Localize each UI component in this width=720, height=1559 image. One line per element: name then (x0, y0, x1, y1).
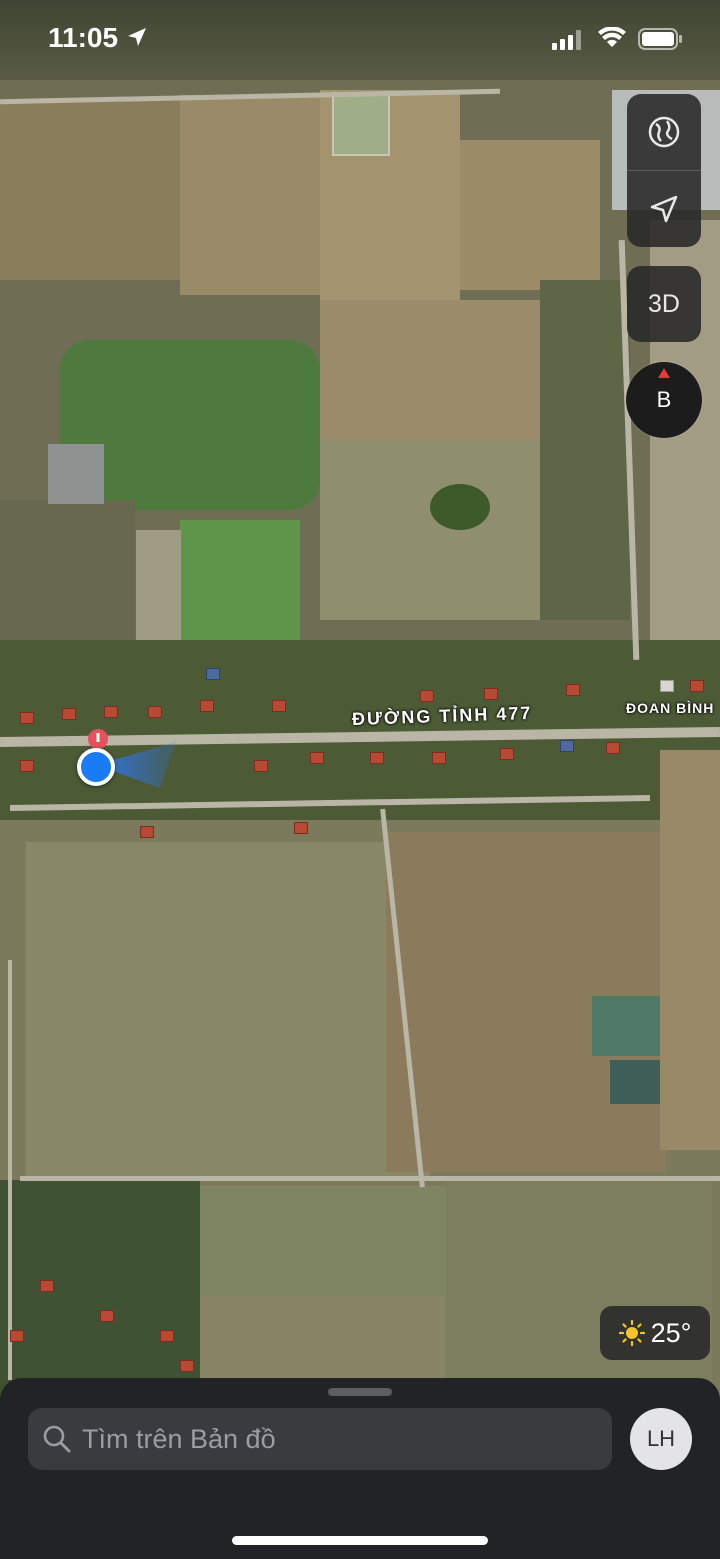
place-label[interactable]: ĐOAN BÌNH (626, 700, 714, 716)
house (272, 700, 286, 712)
house (104, 706, 118, 718)
house (484, 688, 498, 700)
pond (332, 92, 390, 156)
tree (430, 484, 490, 530)
temperature: 25° (650, 1317, 692, 1348)
battery-icon (638, 28, 684, 55)
field (320, 300, 560, 440)
house (432, 752, 446, 764)
sheet-grabber[interactable] (328, 1388, 392, 1396)
village (0, 1180, 200, 1400)
house (20, 712, 34, 724)
clock-time: 11:05 (48, 22, 119, 53)
house (310, 752, 324, 764)
house (500, 748, 514, 760)
building (48, 444, 104, 504)
account-avatar[interactable]: LH (630, 1408, 692, 1470)
house (294, 822, 308, 834)
house (140, 826, 154, 838)
house (200, 700, 214, 712)
field (660, 750, 720, 1150)
house (206, 668, 220, 680)
location-arrow-icon (650, 195, 678, 223)
house (660, 680, 674, 692)
field (460, 140, 600, 290)
house (20, 760, 34, 772)
field (26, 842, 430, 1180)
user-location-dot[interactable] (77, 748, 115, 786)
house (148, 706, 162, 718)
house (420, 690, 434, 702)
status-bar: 11:05 (0, 0, 720, 80)
search-icon (43, 1425, 71, 1453)
house (690, 680, 704, 692)
map-controls (627, 94, 701, 247)
house (160, 1330, 174, 1342)
search-input[interactable]: Tìm trên Bản đồ (28, 1408, 612, 1470)
field (160, 1186, 450, 1298)
3d-control: 3D (627, 266, 701, 342)
field (540, 280, 630, 620)
globe-icon (648, 116, 680, 148)
house (606, 742, 620, 754)
home-indicator[interactable] (232, 1536, 488, 1545)
field (446, 1178, 712, 1400)
house (254, 760, 268, 772)
sun-icon (618, 1320, 645, 1346)
house (100, 1310, 114, 1322)
locate-me-button[interactable] (627, 170, 701, 247)
search-placeholder: Tìm trên Bản đồ (82, 1423, 276, 1454)
house (62, 708, 76, 720)
house (370, 752, 384, 764)
bottom-sheet[interactable]: Tìm trên Bản đồ LH (0, 1378, 720, 1559)
satellite-map[interactable]: ĐƯỜNG TỈNH 477 ĐOAN BÌNH (0, 0, 720, 1400)
house (180, 1360, 194, 1372)
vegetation (180, 520, 300, 640)
wifi-icon (598, 26, 626, 54)
signal-icon (552, 30, 584, 55)
house (566, 684, 580, 696)
map-mode-button[interactable] (627, 94, 701, 170)
weather-badge[interactable]: 25° (600, 1306, 710, 1360)
compass-label: B (656, 387, 672, 412)
location-arrow-icon (126, 26, 148, 53)
road (20, 1176, 720, 1181)
house (560, 740, 574, 752)
field (0, 100, 180, 280)
house (10, 1330, 24, 1342)
house (40, 1280, 54, 1292)
compass-button[interactable]: B (626, 362, 702, 438)
field (180, 95, 330, 295)
3d-button[interactable]: 3D (627, 266, 701, 342)
road (8, 960, 12, 1380)
field (136, 530, 181, 640)
